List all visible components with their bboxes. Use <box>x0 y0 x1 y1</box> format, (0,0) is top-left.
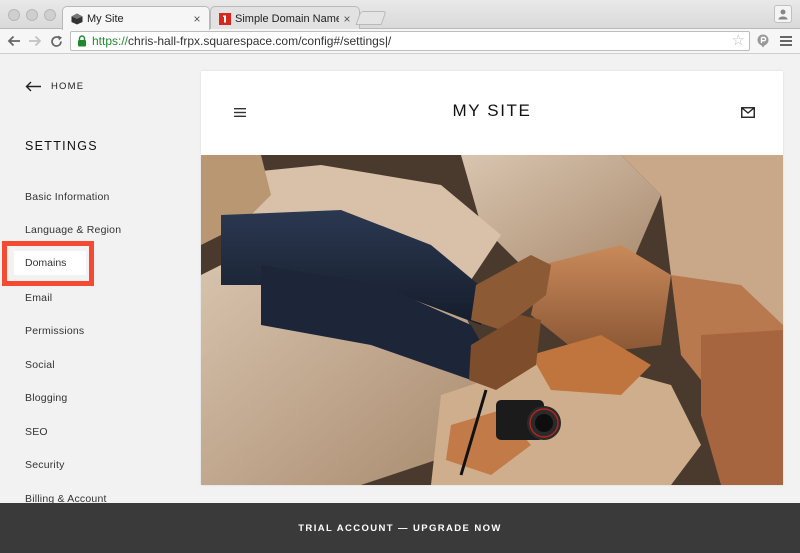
forward-button[interactable] <box>27 33 43 49</box>
back-button[interactable] <box>6 33 22 49</box>
sidebar-item-label: Domains <box>25 257 67 269</box>
window-minimize-button[interactable] <box>26 9 38 21</box>
browser-toolbar: https://chris-hall-frpx.squarespace.com/… <box>0 29 800 54</box>
forward-icon <box>29 35 42 47</box>
window-zoom-button[interactable] <box>44 9 56 21</box>
extension-button[interactable] <box>755 33 771 49</box>
extension-icon <box>757 34 769 48</box>
profile-button[interactable] <box>774 5 792 23</box>
browser-menu-button[interactable] <box>778 33 794 49</box>
domain-registrar-icon <box>219 12 231 25</box>
sidebar-item-basic-information[interactable]: Basic Information <box>25 191 110 203</box>
site-preview[interactable]: MY SITE <box>201 71 783 485</box>
tab-title: My Site <box>87 12 124 25</box>
lock-icon <box>78 35 86 47</box>
sidebar-item-social[interactable]: Social <box>25 359 55 371</box>
settings-heading: SETTINGS <box>25 139 98 153</box>
user-icon <box>778 9 788 20</box>
arrow-left-icon <box>25 81 41 92</box>
mail-icon[interactable] <box>741 107 755 118</box>
sidebar-item-language-region[interactable]: Language & Region <box>25 224 121 236</box>
reload-icon <box>50 35 62 47</box>
home-link[interactable]: HOME <box>25 81 84 92</box>
window-close-button[interactable] <box>8 9 20 21</box>
url-text: https://chris-hall-frpx.squarespace.com/… <box>92 34 392 48</box>
sidebar-item-email[interactable]: Email <box>25 292 52 304</box>
home-label: HOME <box>51 81 85 92</box>
squarespace-cube-icon <box>71 13 83 24</box>
new-tab-button[interactable] <box>355 11 387 25</box>
trial-account-banner[interactable]: TRIAL ACCOUNT — UPGRADE NOW <box>0 503 800 553</box>
sidebar-item-security[interactable]: Security <box>25 459 65 471</box>
reload-button[interactable] <box>48 33 64 49</box>
menu-icon <box>780 36 792 46</box>
tab-domain-registration[interactable]: Simple Domain Name Reg × <box>210 6 360 30</box>
settings-sidebar: HOME SETTINGS Basic Information Language… <box>0 55 186 505</box>
tab-title: Simple Domain Name Reg <box>235 12 339 25</box>
close-tab-icon[interactable]: × <box>189 12 205 26</box>
address-bar[interactable]: https://chris-hall-frpx.squarespace.com/… <box>70 31 750 51</box>
back-icon <box>7 35 20 47</box>
close-tab-icon[interactable]: × <box>339 12 355 26</box>
tab-strip: My Site × Simple Domain Name Reg × <box>0 0 800 30</box>
site-header: MY SITE <box>201 71 783 155</box>
tab-my-site[interactable]: My Site × <box>62 6 210 30</box>
hero-image <box>201 155 783 485</box>
sidebar-item-seo[interactable]: SEO <box>25 426 48 438</box>
star-icon[interactable]: ☆ <box>732 33 745 49</box>
sidebar-item-permissions[interactable]: Permissions <box>25 325 84 337</box>
sidebar-item-blogging[interactable]: Blogging <box>25 392 67 404</box>
sidebar-item-domains[interactable]: Domains <box>14 251 86 275</box>
upgrade-link-text: TRIAL ACCOUNT — UPGRADE NOW <box>298 522 502 534</box>
site-title[interactable]: MY SITE <box>201 101 783 121</box>
